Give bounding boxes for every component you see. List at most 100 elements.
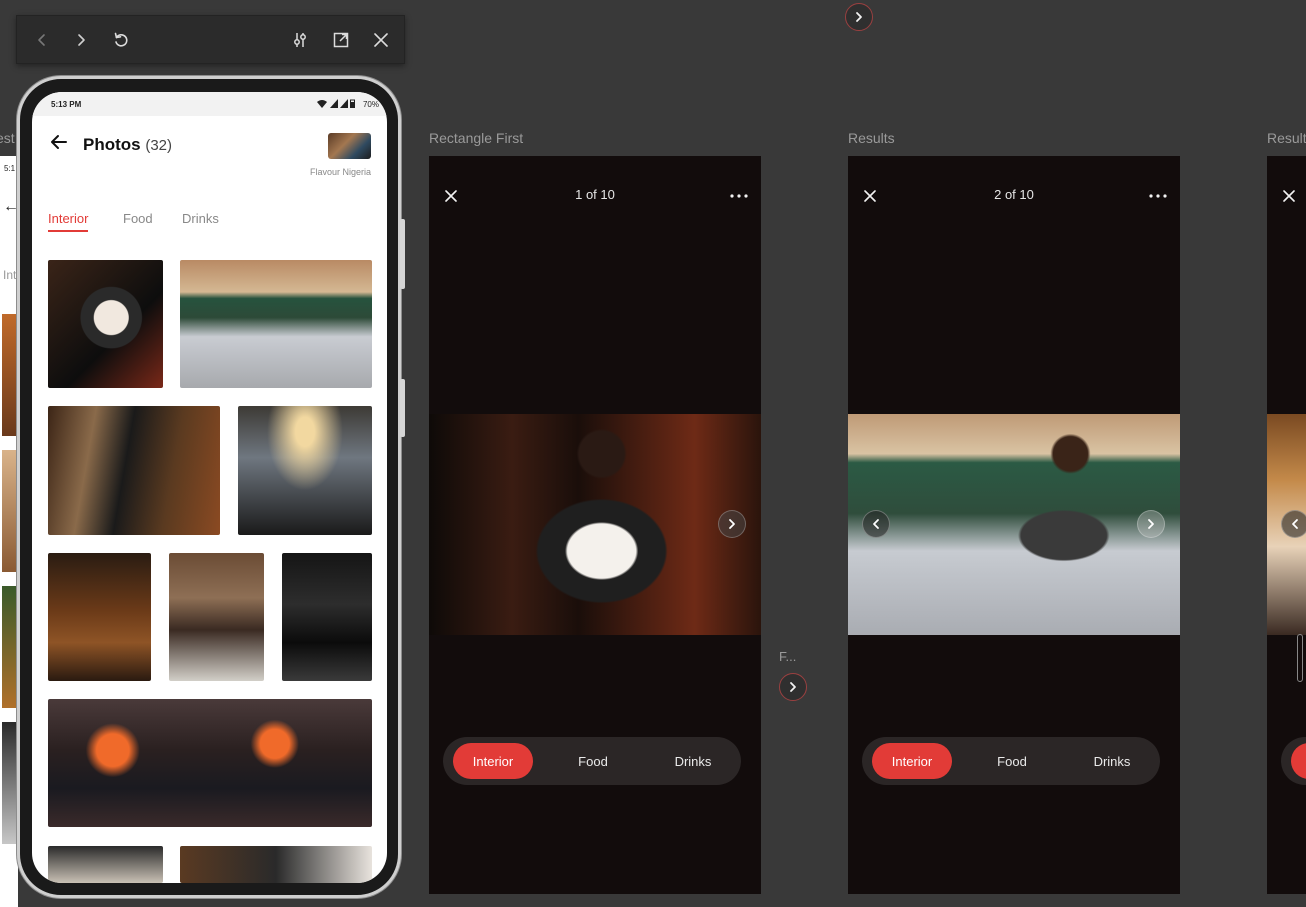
- next-photo-button[interactable]: [718, 510, 746, 538]
- viewer-close-button[interactable]: [1279, 186, 1299, 206]
- close-button[interactable]: [369, 28, 393, 52]
- photo-thumbnail[interactable]: [48, 406, 220, 535]
- settings-button[interactable]: [288, 28, 312, 52]
- photo-thumbnail[interactable]: [180, 846, 372, 883]
- left-partial-tab: Int: [3, 268, 17, 282]
- sliders-icon: [294, 33, 306, 47]
- phone-side-button: [400, 379, 405, 437]
- photo-counter: 1 of 10: [575, 187, 615, 202]
- category-pill-bar: Interior Food Drinks: [443, 737, 741, 785]
- left-partial-thumb: [2, 450, 18, 572]
- photo-thumbnail[interactable]: [48, 846, 163, 883]
- chevron-left-icon: [38, 34, 45, 46]
- pill-drinks[interactable]: Drinks: [1072, 743, 1152, 779]
- left-partial-frame: est 5:1 ← Int: [0, 130, 19, 907]
- chevron-left-icon: [1292, 519, 1298, 529]
- open-external-button[interactable]: [329, 28, 353, 52]
- pill-interior-label: Interior: [472, 753, 514, 769]
- tab-interior-label: Interior: [48, 211, 89, 226]
- left-partial-thumb: [2, 586, 18, 708]
- page-title-text: Photos: [83, 135, 141, 154]
- photo-thumbnail[interactable]: [48, 260, 163, 388]
- design-canvas: est 5:1 ← Int: [0, 0, 1306, 907]
- viewer-photo: [429, 414, 761, 635]
- arrow-left-icon: [51, 135, 67, 149]
- chevron-right-icon: [1148, 519, 1154, 529]
- viewer-photo: [848, 414, 1180, 635]
- category-pill-bar: Interior Food Drinks: [862, 737, 1160, 785]
- photo-thumbnail[interactable]: [48, 699, 372, 827]
- left-frame-label: est: [0, 130, 15, 146]
- battery-icon: [350, 99, 355, 108]
- status-bar: 5:13 PM 70%: [32, 92, 387, 116]
- more-horizontal-icon: [730, 194, 748, 198]
- phone-screen: 5:13 PM 70% Photos (32) Flavour Nigeria …: [32, 92, 387, 883]
- pill-food[interactable]: Food: [972, 743, 1052, 779]
- photo-thumbnail[interactable]: [48, 553, 151, 681]
- frame-label-results: Results: [848, 130, 895, 146]
- pill-food[interactable]: Food: [553, 743, 633, 779]
- left-partial-thumb: [2, 314, 18, 436]
- more-options-button[interactable]: [1148, 186, 1168, 206]
- status-battery: 70%: [362, 100, 379, 109]
- chevron-right-icon: [729, 519, 735, 529]
- photo-viewer-3-partial: [1267, 156, 1306, 894]
- reload-button[interactable]: [109, 28, 133, 52]
- pill-drinks[interactable]: Drinks: [653, 743, 733, 779]
- pill-food-label: Food: [997, 753, 1027, 769]
- external-link-icon: [333, 32, 349, 48]
- tab-drinks-label: Drinks: [182, 211, 219, 226]
- photo-counter: 2 of 10: [994, 187, 1034, 202]
- flow-next-button[interactable]: [779, 673, 807, 701]
- photo-thumbnail[interactable]: [169, 553, 264, 681]
- previous-photo-button[interactable]: [1281, 510, 1306, 538]
- photo-count: (32): [145, 137, 173, 154]
- tab-food[interactable]: Food: [123, 211, 153, 226]
- tab-drinks[interactable]: Drinks: [182, 211, 219, 226]
- back-arrow-button[interactable]: [49, 132, 73, 156]
- photo-thumbnail[interactable]: [238, 406, 372, 535]
- pill-drinks-label: Drinks: [674, 753, 712, 769]
- wifi-icon: [317, 100, 328, 108]
- previous-photo-button[interactable]: [862, 510, 890, 538]
- next-photo-button[interactable]: [1137, 510, 1165, 538]
- photo-viewer-1: 1 of 10 Interior Food Drinks: [429, 156, 761, 894]
- photo-thumbnail[interactable]: [180, 260, 372, 388]
- pill-interior[interactable]: Interior: [453, 743, 533, 779]
- chevron-left-icon: [873, 519, 879, 529]
- business-avatar[interactable]: [328, 133, 371, 159]
- chevron-right-icon: [78, 34, 85, 46]
- tab-food-label: Food: [123, 211, 153, 226]
- status-icons: [317, 99, 355, 110]
- frame-label-results-partial: Result: [1267, 130, 1306, 146]
- frame-label-rectangle-first: Rectangle First: [429, 130, 524, 146]
- signal-icon: [339, 99, 348, 108]
- scrollbar[interactable]: [1297, 634, 1303, 682]
- close-icon: [1283, 190, 1295, 202]
- top-next-frame-button[interactable]: [845, 3, 873, 31]
- preview-toolbar: [16, 15, 405, 64]
- left-partial-screen: 5:1 ← Int: [0, 156, 19, 907]
- pill-drinks-label: Drinks: [1093, 753, 1131, 769]
- forward-button[interactable]: [69, 28, 93, 52]
- status-time: 5:13 PM: [51, 100, 82, 109]
- category-pill-bar-partial: [1281, 737, 1306, 785]
- more-options-button[interactable]: [729, 186, 749, 206]
- pill-interior[interactable]: Interior: [872, 743, 952, 779]
- photo-thumbnail[interactable]: [282, 553, 372, 681]
- chevron-right-icon: [790, 682, 796, 692]
- chevron-right-icon: [856, 12, 862, 22]
- left-partial-thumb: [2, 722, 18, 844]
- page-title: Photos (32): [83, 135, 172, 155]
- pill-interior-label: Interior: [891, 753, 933, 769]
- pill-interior[interactable]: [1291, 743, 1306, 779]
- tab-interior[interactable]: Interior: [48, 211, 89, 232]
- business-name: Flavour Nigeria: [309, 167, 371, 177]
- reload-icon: [114, 32, 128, 47]
- frame-label-small: F...: [779, 649, 797, 664]
- back-button[interactable]: [30, 28, 54, 52]
- active-tab-underline: [48, 230, 89, 232]
- phone-mockup: 5:13 PM 70% Photos (32) Flavour Nigeria …: [17, 76, 405, 898]
- phone-side-button: [400, 219, 405, 289]
- more-horizontal-icon: [1149, 194, 1167, 198]
